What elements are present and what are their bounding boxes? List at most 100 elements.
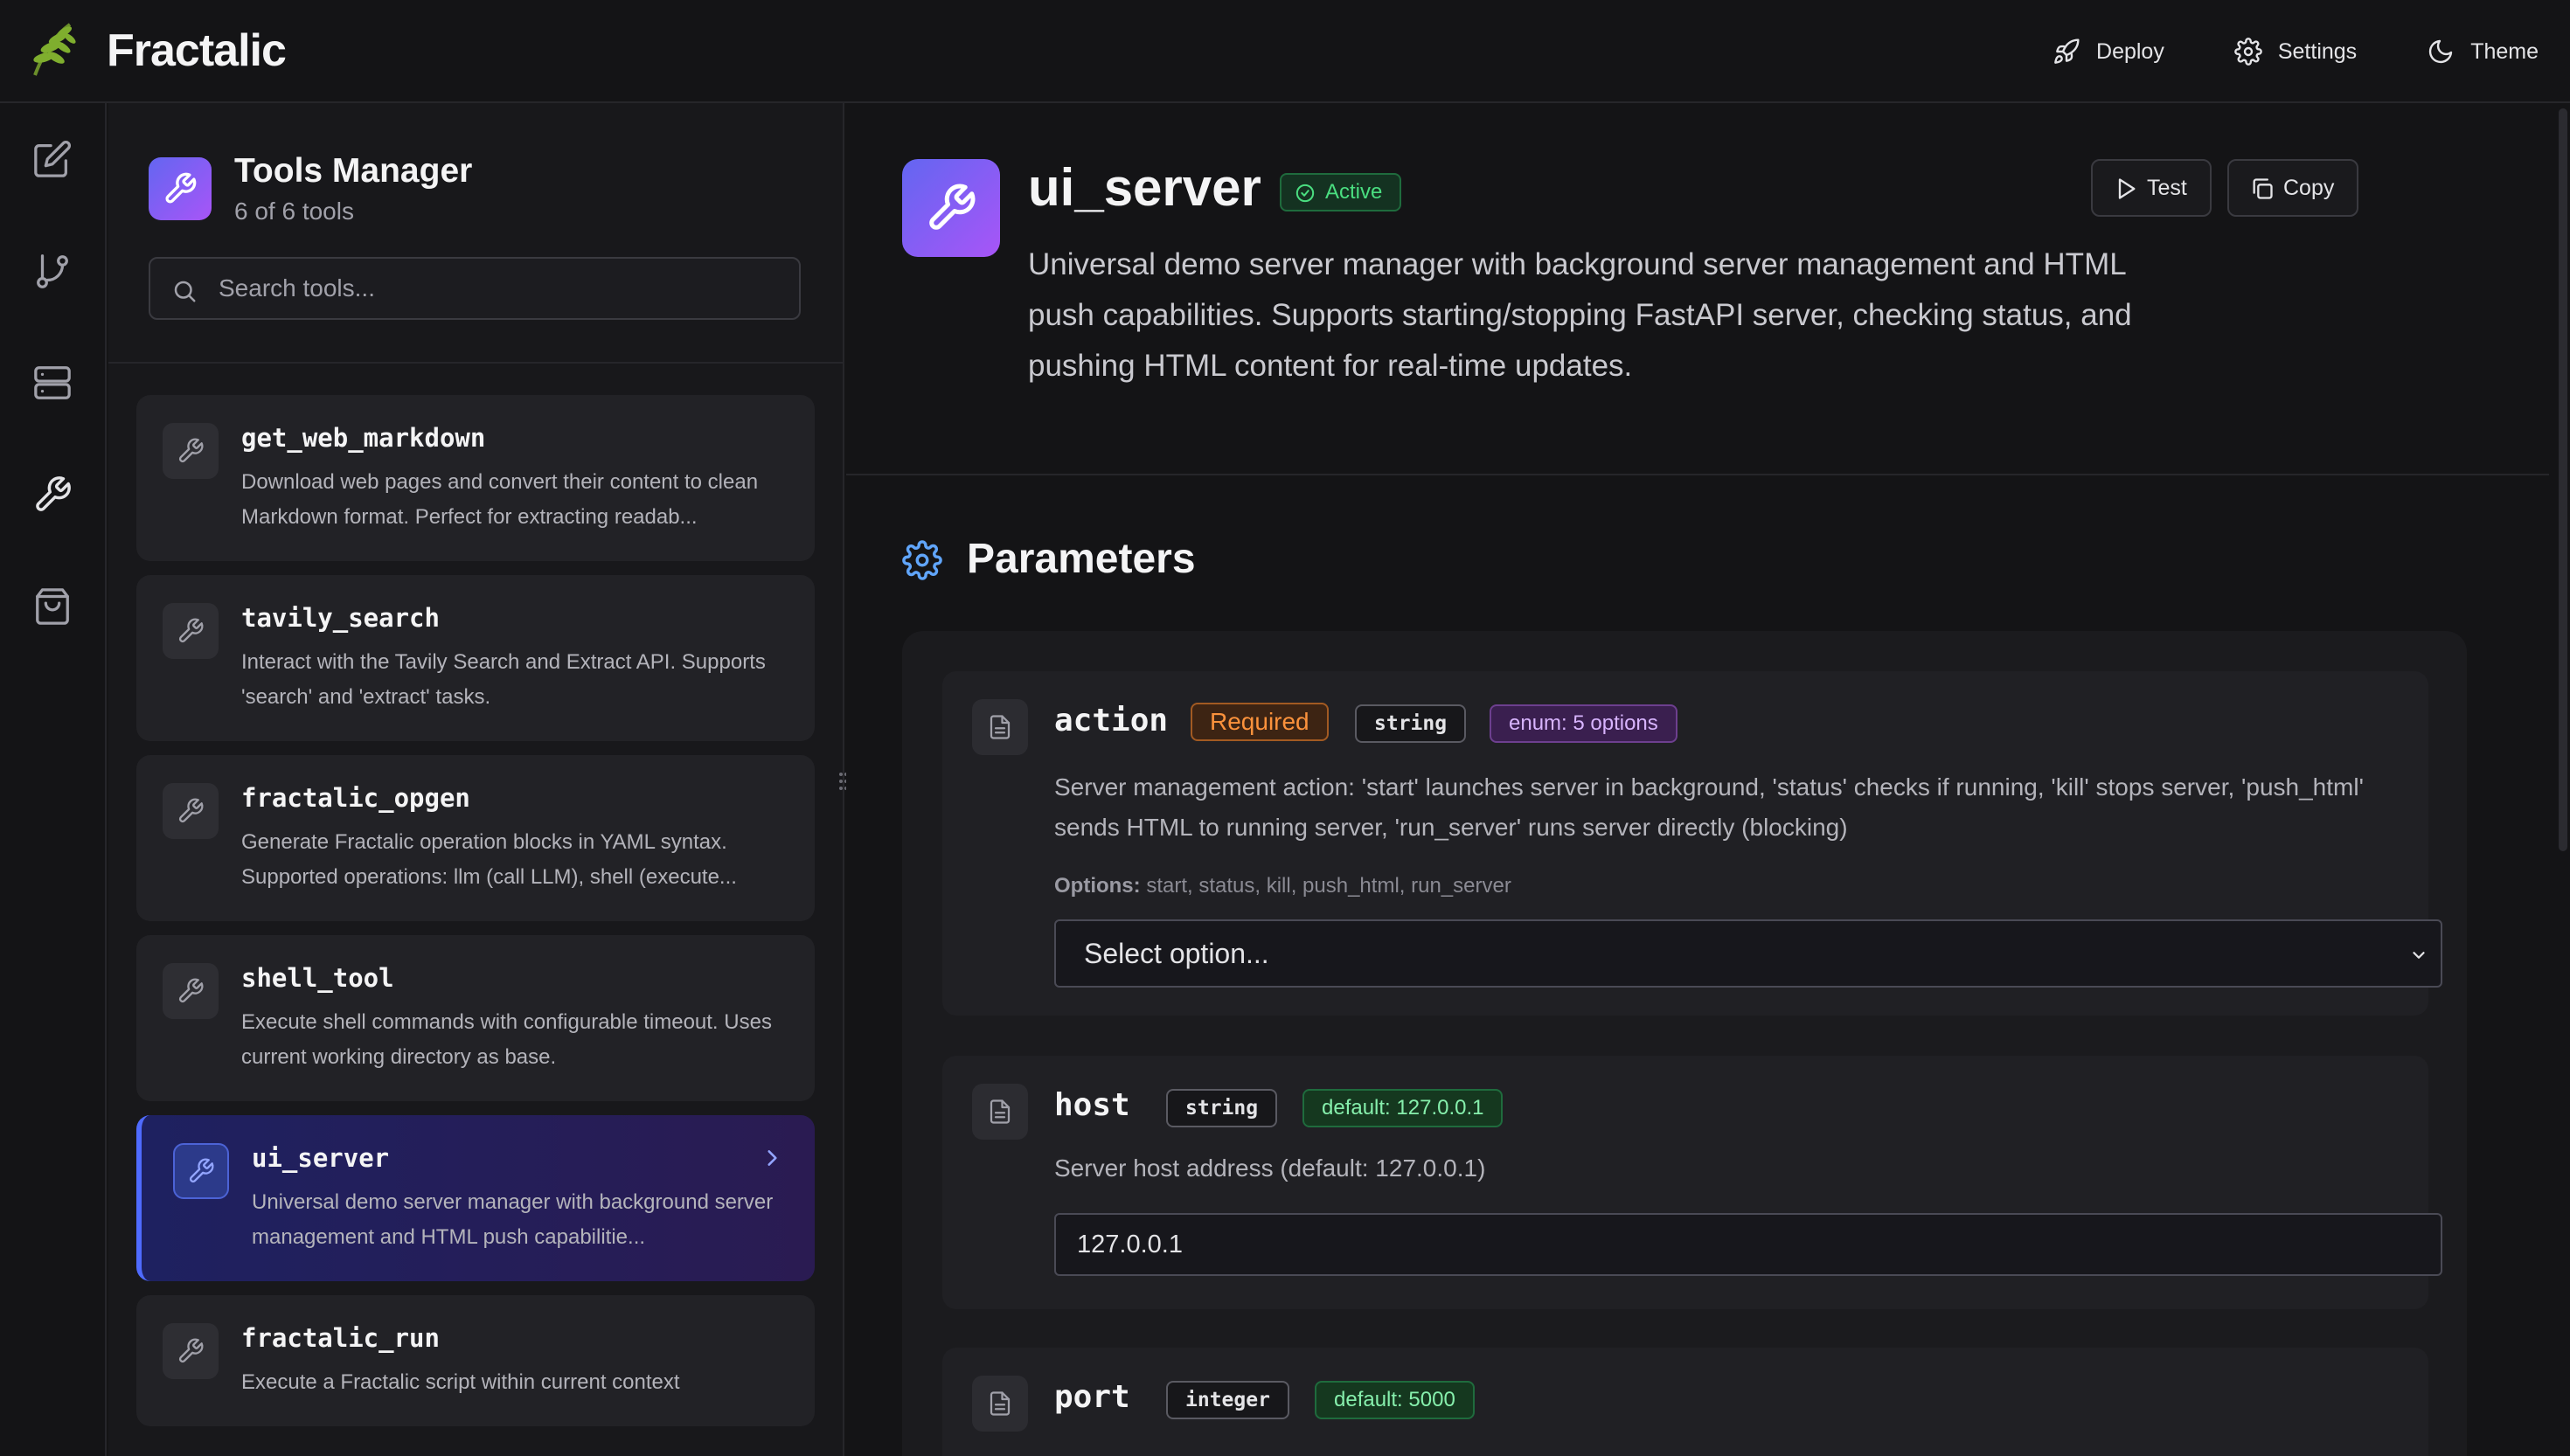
edit-icon <box>34 141 71 177</box>
tool-card-shell-tool[interactable]: shell_tool Execute shell commands with c… <box>136 935 815 1101</box>
tool-description: Universal demo server manager with backg… <box>252 1190 774 1249</box>
check-circle-icon <box>1295 184 1315 203</box>
gear-icon <box>2234 38 2262 66</box>
type-badge: string <box>1166 1089 1278 1127</box>
wrench-icon <box>165 172 197 204</box>
tool-detail: ui_server Active Universal demo server m… <box>846 103 2549 1456</box>
tool-icon <box>163 603 219 659</box>
options-label: Options: <box>1054 874 1141 898</box>
shopping-bag-icon <box>36 588 69 625</box>
param-icon <box>972 699 1028 755</box>
tool-description: Universal demo server manager with backg… <box>1028 247 2132 383</box>
status-badge: Active <box>1280 173 1402 211</box>
left-rail <box>0 103 107 1456</box>
tool-card-fractalic-run[interactable]: fractalic_run Execute a Fractalic script… <box>136 1295 815 1426</box>
search-box <box>149 257 801 320</box>
tools-panel-header: Tools Manager 6 of 6 tools <box>108 103 844 364</box>
tool-description: Execute shell commands with configurable… <box>241 1010 772 1069</box>
fern-logo-icon <box>33 23 76 76</box>
host-input[interactable] <box>1054 1213 2442 1276</box>
file-text-icon <box>990 1391 1011 1416</box>
tool-description: Generate Fractalic operation blocks in Y… <box>241 830 737 889</box>
theme-label: Theme <box>2470 38 2539 64</box>
enum-badge: enum: 5 options <box>1490 704 1677 743</box>
search-input[interactable] <box>219 274 778 302</box>
main-scrollbar[interactable] <box>2556 103 2570 1456</box>
param-icon <box>972 1376 1028 1432</box>
param-port: port integer default: 5000 <box>942 1348 2428 1456</box>
test-button[interactable]: Test <box>2091 159 2212 217</box>
param-description: Server management action: 'start' launch… <box>1054 773 2364 841</box>
tool-icon <box>163 1323 219 1379</box>
parameters-title: Parameters <box>967 536 1196 582</box>
tool-icon <box>173 1143 229 1199</box>
scrollbar-thumb[interactable] <box>2559 108 2567 851</box>
rail-editor-button[interactable] <box>26 133 79 185</box>
settings-label: Settings <box>2277 38 2358 64</box>
file-text-icon <box>990 715 1011 739</box>
tools-manager-logo <box>149 157 212 220</box>
param-icon <box>972 1084 1028 1140</box>
wrench-icon <box>178 618 204 643</box>
theme-button[interactable]: Theme <box>2427 38 2539 66</box>
wrench-icon <box>178 978 204 1003</box>
action-select[interactable]: Select option... <box>1054 919 2442 988</box>
deploy-label: Deploy <box>2096 38 2164 64</box>
top-nav: Deploy Settings Theme <box>2053 0 2570 103</box>
wrench-icon <box>178 438 204 463</box>
moon-icon <box>2429 39 2453 64</box>
param-host: host string default: 127.0.0.1 Server ho… <box>942 1056 2442 1309</box>
select-value: Select option... <box>1084 937 1269 969</box>
tool-card-tavily-search[interactable]: tavily_search Interact with the Tavily S… <box>136 575 815 741</box>
param-options: Options: start, status, kill, push_html,… <box>1054 874 1511 898</box>
rail-marketplace-button[interactable] <box>26 580 79 633</box>
server-icon <box>34 366 71 399</box>
tool-name: fractalic_opgen <box>241 783 470 813</box>
wrench-icon <box>929 184 976 230</box>
tool-card-ui-server[interactable]: ui_server Universal demo server manager … <box>136 1115 815 1281</box>
status-label: Active <box>1325 180 1383 204</box>
deploy-button[interactable]: Deploy <box>2053 38 2164 66</box>
gear-icon <box>902 540 942 580</box>
tool-name: get_web_markdown <box>241 423 486 453</box>
tool-icon <box>163 963 219 1019</box>
tool-name: shell_tool <box>241 963 394 993</box>
tool-name: ui_server <box>252 1143 390 1173</box>
parameters-list: action Required string enum: 5 options S… <box>902 631 2467 1456</box>
tool-card-fractalic-opgen[interactable]: fractalic_opgen Generate Fractalic opera… <box>136 755 815 921</box>
wrench-icon <box>178 1338 204 1363</box>
git-branch-icon <box>37 254 68 288</box>
type-badge: string <box>1355 704 1467 743</box>
tool-description: Interact with the Tavily Search and Extr… <box>241 650 766 709</box>
rail-git-button[interactable] <box>26 245 79 297</box>
test-label: Test <box>2147 175 2187 200</box>
settings-button[interactable]: Settings <box>2234 38 2357 66</box>
brand-name: Fractalic <box>107 25 287 76</box>
param-description: Server host address (default: 127.0.0.1) <box>1054 1154 1486 1182</box>
tools-panel-title: Tools Manager <box>234 152 473 190</box>
rail-tools-button[interactable] <box>26 468 79 521</box>
copy-button[interactable]: Copy <box>2227 159 2359 217</box>
play-icon <box>2118 178 2136 199</box>
tool-card-get-web-markdown[interactable]: get_web_markdown Download web pages and … <box>136 395 815 561</box>
param-action: action Required string enum: 5 options S… <box>942 671 2442 1016</box>
default-badge: default: 127.0.0.1 <box>1302 1089 1504 1127</box>
tool-icon <box>163 783 219 839</box>
search-icon <box>174 281 196 302</box>
file-text-icon <box>990 1099 1011 1124</box>
rail-server-button[interactable] <box>26 357 79 409</box>
type-badge: integer <box>1166 1381 1289 1419</box>
rocket-icon <box>2054 38 2080 64</box>
param-name: action <box>1054 703 1169 738</box>
required-badge: Required <box>1191 703 1329 741</box>
tool-hero-icon <box>902 159 1000 257</box>
tool-description: Execute a Fractalic script within curren… <box>241 1370 680 1394</box>
chevron-right-icon <box>768 1150 777 1166</box>
copy-label: Copy <box>2283 175 2335 200</box>
tool-description: Download web pages and convert their con… <box>241 470 759 529</box>
tool-title: ui_server <box>1028 158 1261 217</box>
chevron-down-icon <box>2413 952 2425 959</box>
param-name: port <box>1054 1379 1130 1415</box>
tool-icon <box>163 423 219 479</box>
tool-name: fractalic_run <box>241 1323 440 1353</box>
